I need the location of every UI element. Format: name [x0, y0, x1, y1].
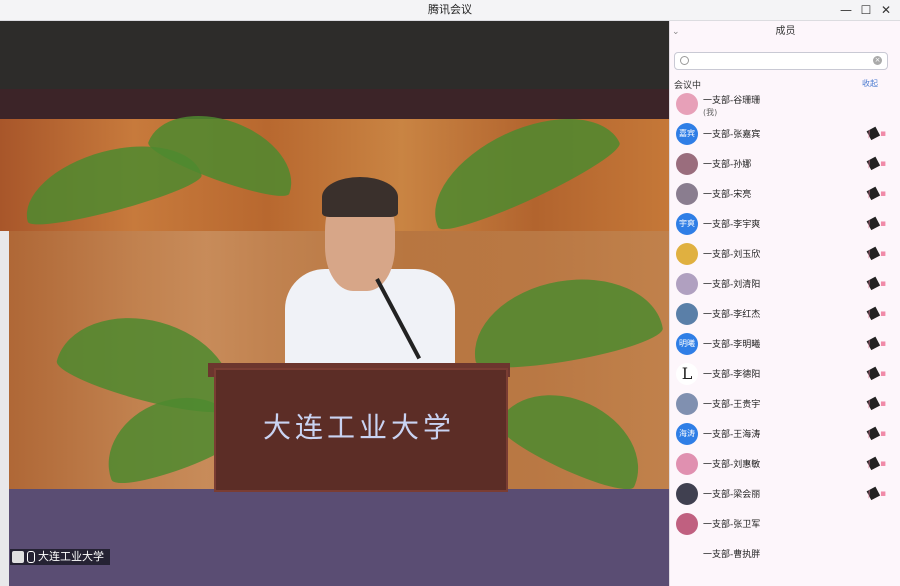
member-row[interactable]: 宇爽 一支部-李宇爽 ⁄ ▪	[670, 209, 900, 239]
mic-muted-icon[interactable]: ⁄	[866, 456, 881, 471]
member-name: 一支部-孙娜	[703, 160, 752, 170]
camera-off-icon[interactable]: ▪	[880, 309, 890, 319]
person-icon	[12, 551, 24, 563]
camera-off-icon[interactable]: ▪	[880, 429, 890, 439]
collapse-button[interactable]: 收起	[862, 78, 878, 89]
member-row[interactable]: 一支部-谷珊珊 (我)	[670, 89, 900, 119]
member-sub: (我)	[703, 108, 718, 117]
member-row[interactable]: 一支部-梁会丽 ⁄ ▪	[670, 479, 900, 509]
member-name: 一支部-梁会丽	[703, 490, 761, 500]
camera-off-icon[interactable]: ▪	[880, 459, 890, 469]
avatar	[676, 543, 698, 565]
mic-muted-icon[interactable]: ⁄	[866, 366, 881, 381]
search-input[interactable]: ×	[674, 52, 888, 70]
avatar: L	[676, 363, 698, 385]
mic-muted-icon[interactable]: ⁄	[866, 486, 881, 501]
podium-text: 大连工业大学	[262, 411, 455, 444]
mic-muted-icon[interactable]: ⁄	[866, 246, 881, 261]
members-panel: ⌄ 成员 × 会议中 收起 一支部-谷珊珊 (我) 嘉宾 一支部-张嘉宾 ⁄ ▪ 一支部-孙…	[669, 21, 900, 586]
member-row[interactable]: 一支部-刘惠敏 ⁄ ▪	[670, 449, 900, 479]
participant-name: 大连工业大学	[38, 550, 104, 563]
video-band	[0, 89, 669, 119]
mic-muted-icon[interactable]: ⁄	[866, 336, 881, 351]
member-name: 一支部-李明曦	[703, 340, 761, 350]
mic-muted-icon[interactable]: ⁄	[866, 156, 881, 171]
member-name: 一支部-刘清阳	[703, 280, 761, 290]
camera-off-icon[interactable]: ▪	[880, 399, 890, 409]
member-row[interactable]: 一支部-刘清阳 ⁄ ▪	[670, 269, 900, 299]
member-row[interactable]: L 一支部-李德阳 ⁄ ▪	[670, 359, 900, 389]
member-name: 一支部-曹执胖	[703, 550, 761, 560]
member-row[interactable]: 一支部-宋亮 ⁄ ▪	[670, 179, 900, 209]
member-row[interactable]: 一支部-刘玉欣 ⁄ ▪	[670, 239, 900, 269]
camera-off-icon[interactable]: ▪	[880, 249, 890, 259]
mic-muted-icon[interactable]: ⁄	[866, 216, 881, 231]
member-name: 一支部-谷珊珊	[703, 96, 761, 106]
mic-muted-icon[interactable]: ⁄	[866, 126, 881, 141]
member-row[interactable]: 一支部-李红杰 ⁄ ▪	[670, 299, 900, 329]
panel-header: ⌄ 成员	[670, 21, 900, 43]
member-name: 一支部-李红杰	[703, 310, 761, 320]
speaker-hair	[322, 177, 398, 217]
member-row[interactable]: 一支部-曹执胖	[670, 539, 900, 569]
chevron-down-icon[interactable]: ⌄	[672, 21, 680, 43]
minimize-icon[interactable]: —	[836, 0, 856, 20]
avatar	[676, 153, 698, 175]
avatar: 明曦	[676, 333, 698, 355]
member-name: 一支部-宋亮	[703, 190, 752, 200]
mic-muted-icon[interactable]: ⁄	[866, 276, 881, 291]
avatar: 嘉宾	[676, 123, 698, 145]
panel-title: 成员	[775, 26, 796, 37]
title-bar: 腾讯会议 — ☐ ✕	[0, 0, 900, 21]
video-area[interactable]: 大连工业大学 大连工业大学	[0, 21, 669, 586]
member-name: 一支部-李宇爽	[703, 220, 761, 230]
camera-off-icon[interactable]: ▪	[880, 219, 890, 229]
camera-off-icon[interactable]: ▪	[880, 339, 890, 349]
video-strip	[0, 231, 9, 586]
video-band	[0, 21, 669, 91]
member-name: 一支部-李德阳	[703, 370, 761, 380]
member-name: 一支部-刘惠敏	[703, 460, 761, 470]
mic-icon	[27, 551, 35, 563]
mic-muted-icon[interactable]: ⁄	[866, 306, 881, 321]
mic-muted-icon[interactable]: ⁄	[866, 186, 881, 201]
member-name: 一支部-刘玉欣	[703, 250, 761, 260]
window-title: 腾讯会议	[428, 3, 472, 16]
avatar	[676, 393, 698, 415]
member-row[interactable]: 嘉宾 一支部-张嘉宾 ⁄ ▪	[670, 119, 900, 149]
clear-icon[interactable]: ×	[873, 56, 882, 65]
avatar: 海涛	[676, 423, 698, 445]
camera-off-icon[interactable]: ▪	[880, 189, 890, 199]
mic-muted-icon[interactable]: ⁄	[866, 396, 881, 411]
avatar	[676, 513, 698, 535]
camera-off-icon[interactable]: ▪	[880, 159, 890, 169]
member-name: 一支部-王海涛	[703, 430, 761, 440]
avatar	[676, 483, 698, 505]
member-row[interactable]: 一支部-孙娜 ⁄ ▪	[670, 149, 900, 179]
maximize-icon[interactable]: ☐	[856, 0, 876, 20]
video-band	[0, 489, 669, 586]
search-icon	[680, 56, 689, 65]
member-name: 一支部-王贵宇	[703, 400, 761, 410]
member-name: 一支部-张嘉宾	[703, 130, 761, 140]
avatar: 宇爽	[676, 213, 698, 235]
mic-muted-icon[interactable]: ⁄	[866, 426, 881, 441]
member-row[interactable]: 一支部-王贵宇 ⁄ ▪	[670, 389, 900, 419]
avatar	[676, 183, 698, 205]
avatar	[676, 453, 698, 475]
camera-off-icon[interactable]: ▪	[880, 279, 890, 289]
avatar	[676, 93, 698, 115]
avatar	[676, 303, 698, 325]
participant-label: 大连工业大学	[10, 549, 110, 565]
member-row[interactable]: 明曦 一支部-李明曦 ⁄ ▪	[670, 329, 900, 359]
member-name: 一支部-张卫军	[703, 520, 761, 530]
member-row[interactable]: 一支部-张卫军	[670, 509, 900, 539]
member-row[interactable]: 海涛 一支部-王海涛 ⁄ ▪	[670, 419, 900, 449]
camera-off-icon[interactable]: ▪	[880, 369, 890, 379]
avatar	[676, 273, 698, 295]
camera-off-icon[interactable]: ▪	[880, 129, 890, 139]
close-icon[interactable]: ✕	[876, 0, 896, 20]
avatar	[676, 243, 698, 265]
camera-off-icon[interactable]: ▪	[880, 489, 890, 499]
